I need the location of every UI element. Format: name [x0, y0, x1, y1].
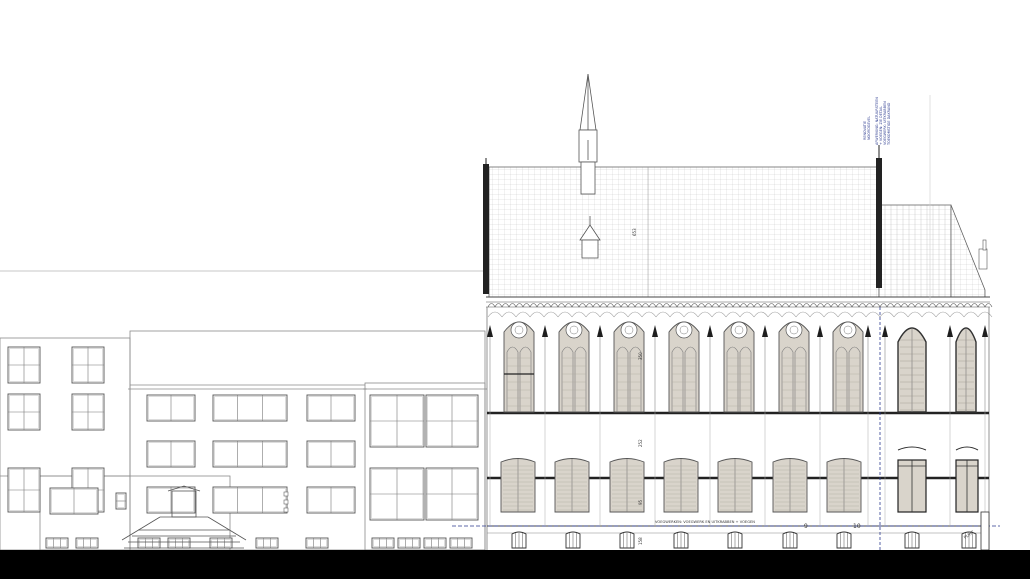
dim-mid: 252	[638, 439, 643, 447]
level-9: 9	[804, 523, 808, 530]
neighbour-window	[212, 486, 288, 514]
snote-2: RENOVATIE	[863, 121, 867, 140]
neighbour-window	[212, 394, 288, 422]
basement-windows	[511, 511, 990, 551]
level-note: VOEGWERKEN: VOEGWERK EN UITKRABBEN + VOE…	[655, 520, 755, 524]
snote-1: NOORDGEVEL	[867, 116, 871, 140]
vnote-1: TOEKOMSTIGE DAKRAND	[887, 102, 891, 146]
shutter-windows	[500, 446, 979, 513]
right-gable-wall	[876, 158, 882, 288]
dim-low: 95	[638, 499, 643, 505]
eaves-frieze	[486, 296, 993, 318]
dim-upper: 350	[638, 352, 643, 360]
neighbour-windows-left	[7, 346, 233, 549]
vnote-2: VOEGWERK: UITKRABBEN	[883, 101, 887, 145]
neighbour-windows-middle	[146, 394, 356, 549]
neighbour-windows-right	[369, 394, 479, 549]
left-gable-wall	[483, 164, 489, 294]
bottom-black-bar	[0, 550, 1030, 579]
vertical-notes: TOEKOMSTIGE DAKRAND VOEGWERK: UITKRABBEN…	[863, 97, 891, 146]
lancet-windows	[897, 327, 977, 413]
church-roof	[488, 166, 986, 298]
vnote-4: AFWERKING: NATUURSTEEN	[875, 97, 879, 145]
neighbour-window	[212, 440, 288, 468]
gothic-windows	[503, 321, 864, 413]
elevation-drawing: 653 350 252 95 158 VOEGWERKEN: VOEGWERK …	[0, 0, 1030, 579]
level-10: 10	[853, 523, 861, 530]
vnote-3: + VOEGEN: ZIE DETAIL	[879, 106, 883, 145]
roof-spire	[578, 73, 598, 195]
dim-base: 158	[638, 537, 643, 545]
dim-roof: 653	[632, 228, 637, 236]
